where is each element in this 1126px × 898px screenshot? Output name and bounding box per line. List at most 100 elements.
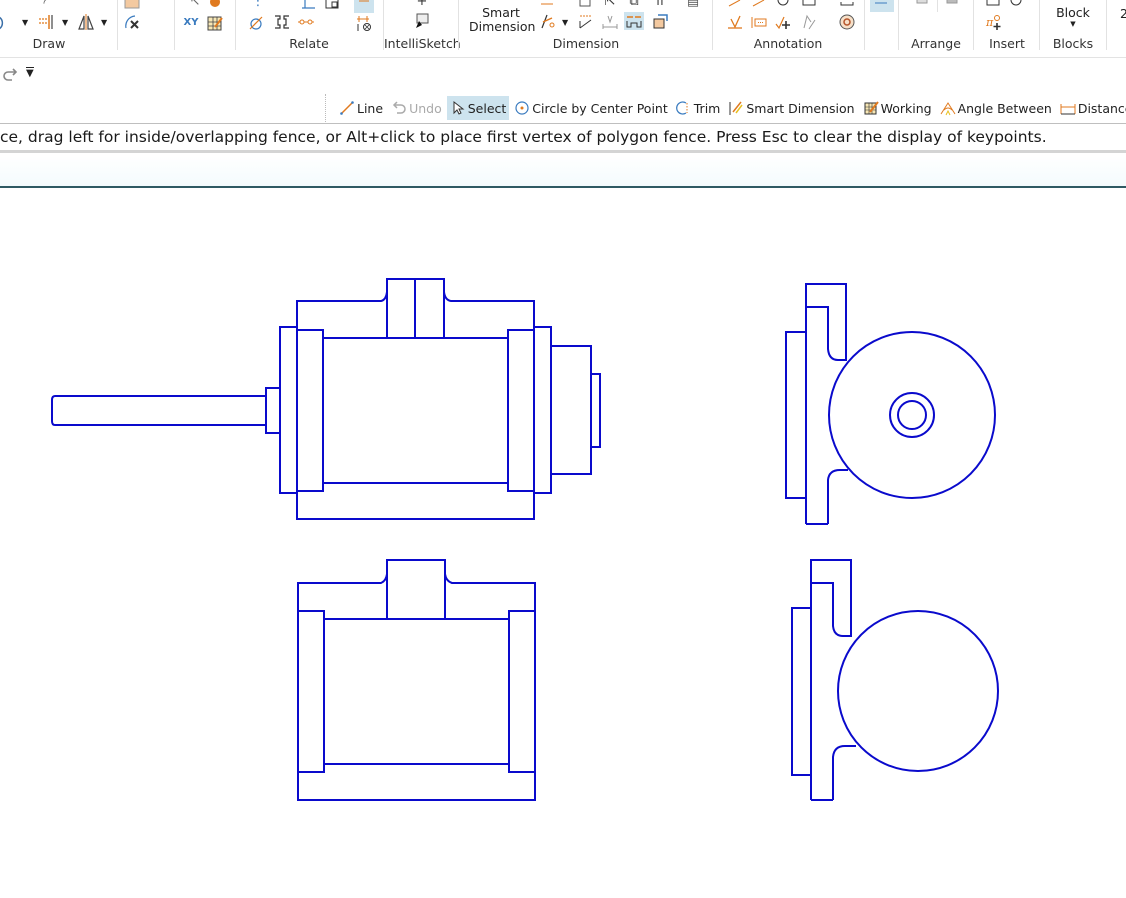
send-backward-icon[interactable] — [943, 0, 963, 10]
insert-variable-icon[interactable]: π — [984, 13, 1004, 31]
weld-symbol-icon[interactable] — [725, 13, 745, 31]
command-circle-label: Circle by Center Point — [532, 100, 668, 116]
tangent-icon[interactable] — [246, 13, 266, 31]
edge-condition-icon[interactable] — [799, 13, 819, 31]
group-label-draw: Draw — [32, 36, 66, 51]
housing-bottom — [296, 493, 535, 520]
ribbon-group-intellisketch: + IntelliSketch — [384, 0, 461, 56]
leader-top-icon[interactable] — [725, 0, 745, 10]
symmetric-icon[interactable] — [272, 13, 292, 31]
text-top-icon[interactable] — [799, 0, 819, 10]
right-flange-outer — [533, 326, 552, 494]
command-undo[interactable]: Undo — [388, 96, 445, 120]
feature-control-frame-icon[interactable] — [749, 13, 769, 31]
line-icon — [339, 100, 355, 116]
back-plate-2 — [791, 607, 812, 776]
drawing-svg — [51, 278, 999, 801]
callout-top-icon[interactable] — [837, 0, 857, 10]
top-left-flange — [297, 610, 325, 773]
mirror-icon[interactable] — [76, 13, 96, 31]
group-relate-icon[interactable] — [322, 0, 342, 10]
arc-icon[interactable] — [0, 13, 14, 31]
radial-dim-icon[interactable] — [576, 12, 596, 30]
dimension-axis-icon[interactable] — [870, 0, 894, 12]
fill-icon[interactable] — [122, 0, 142, 10]
symmetric-dim-icon[interactable] — [600, 12, 620, 30]
customize-dropdown-icon[interactable]: ▼ — [26, 67, 34, 79]
sheet-top-icon[interactable]: ▤ — [683, 0, 703, 10]
surface-texture-add-icon[interactable] — [773, 13, 793, 31]
angle-dropdown-icon[interactable]: ▼ — [562, 18, 568, 27]
balloon-top-icon[interactable] — [773, 0, 793, 10]
cursor-dim-top-icon[interactable]: ⇱ — [600, 0, 620, 10]
vertical-relate-icon[interactable]: ⋮ — [248, 0, 268, 10]
command-select[interactable]: Select — [446, 96, 510, 120]
intellisketch-icon[interactable] — [412, 12, 432, 30]
command-line[interactable]: Line — [336, 96, 386, 120]
command-select-label: Select — [467, 100, 507, 116]
top-view[interactable] — [297, 559, 536, 801]
side-view-with-hub[interactable] — [785, 283, 996, 525]
hub-inner — [897, 400, 927, 430]
block-button[interactable]: Block ▼ — [1040, 6, 1106, 29]
mirror-dropdown-icon[interactable]: ▼ — [101, 18, 107, 27]
dimension-style-icon[interactable] — [650, 12, 670, 30]
datum-target-icon[interactable] — [837, 13, 857, 31]
ribbon-group-dimension: Smart Dimension ▼ ⇱ ⧉ ⇈ Dimension — [459, 0, 713, 56]
command-distance-between[interactable]: Distance Bet — [1057, 96, 1126, 120]
left-flange-inner — [296, 329, 324, 492]
coordinate-dim-top-icon[interactable] — [576, 0, 596, 10]
orange-shape-icon[interactable] — [205, 0, 225, 10]
undo-icon — [391, 100, 407, 116]
trim-icon — [675, 100, 692, 116]
select-tool-icon[interactable]: ↖ — [185, 0, 205, 10]
insert-object-icon[interactable] — [1006, 0, 1026, 10]
front-view-with-shaft[interactable] — [51, 278, 601, 520]
intellisketch-options-icon[interactable]: + — [412, 0, 432, 10]
side-view-plain[interactable] — [791, 559, 999, 801]
block-button-label: Block — [1056, 5, 1090, 20]
angle-between-small-icon[interactable] — [537, 12, 557, 30]
balloon-leader-top-icon[interactable] — [749, 0, 769, 10]
tangent-arc-icon[interactable]: ◜ — [36, 0, 56, 12]
group-label-insert: Insert — [989, 36, 1025, 51]
hatch-erase-icon[interactable] — [122, 13, 142, 31]
copy-dim-top-icon[interactable]: ⧉ — [624, 0, 644, 10]
command-trim[interactable]: Trim — [673, 96, 724, 120]
chamfer-dim-icon[interactable] — [624, 12, 644, 30]
updown-top-icon[interactable]: ⇈ — [650, 0, 670, 10]
connect-icon[interactable] — [296, 13, 316, 31]
ribbon-group-blocks: Block ▼ Blocks — [1040, 0, 1106, 56]
xy-icon[interactable]: XY — [181, 14, 201, 32]
group-label-annotation: Annotation — [753, 36, 823, 51]
insert-image-icon[interactable] — [984, 0, 1004, 10]
bracket — [805, 283, 847, 524]
command-smart-dimension[interactable]: Smart Dimension — [725, 96, 857, 120]
bring-forward-icon[interactable] — [913, 0, 933, 10]
maintain-relationships-icon[interactable] — [354, 14, 374, 32]
shaft-collar — [265, 387, 281, 434]
ribbon-group-insert: π Insert — [974, 0, 1040, 56]
offset-icon[interactable] — [36, 13, 56, 31]
working-icon — [863, 100, 879, 116]
offset-dropdown-icon[interactable]: ▼ — [62, 18, 68, 27]
quick-access-toolbar: ▼ — [0, 60, 1126, 90]
command-distance-between-label: Distance Bet — [1077, 100, 1126, 116]
arc-top-icon[interactable]: ⌒ — [2, 0, 22, 12]
smart-dimension-icon — [728, 100, 744, 116]
relationship-handles-icon[interactable] — [354, 0, 374, 13]
ribbon-group-arrange: Arrange — [899, 0, 973, 56]
arc-dropdown-icon[interactable]: ▼ — [22, 18, 28, 27]
command-circle-by-center[interactable]: Circle by Center Point — [511, 96, 670, 120]
command-angle-between[interactable]: Angle Between — [937, 96, 1055, 120]
perpendicular-icon[interactable] — [298, 0, 318, 10]
smart-dimension-button[interactable]: Smart Dimension — [469, 6, 535, 34]
variable-table-icon[interactable] — [205, 14, 225, 32]
drawing-canvas[interactable] — [0, 190, 1126, 898]
prompt-bar: ce, drag left for inside/overlapping fen… — [0, 123, 1126, 153]
distance-between-top-icon[interactable] — [537, 0, 557, 10]
command-working[interactable]: Working — [860, 96, 935, 120]
circle-center-icon — [514, 100, 530, 116]
redo-icon[interactable] — [2, 66, 20, 84]
ribbon-group-draw: ⌒ ◜ ▼ ▼ ▼ Draw — [0, 0, 118, 56]
